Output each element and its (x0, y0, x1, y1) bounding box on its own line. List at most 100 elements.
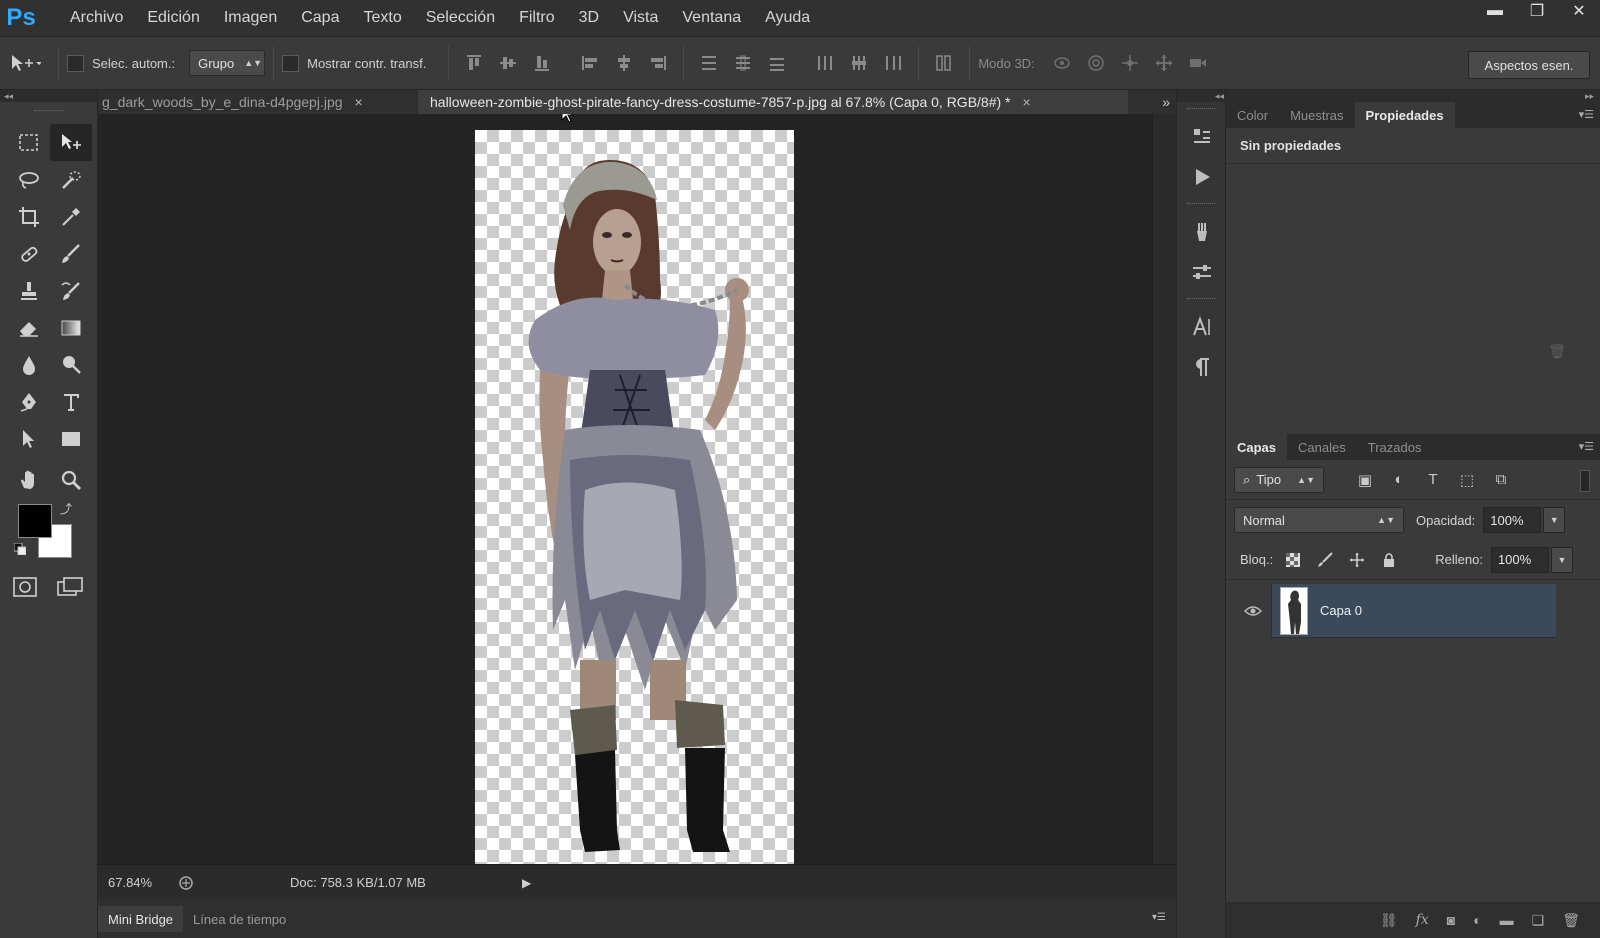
lock-all-icon[interactable] (1377, 548, 1401, 572)
close-button[interactable]: ✕ (1558, 0, 1600, 22)
tab-dark-woods[interactable]: g_dark_woods_by_e_dina-d4pgepj.jpg × (98, 90, 418, 114)
character-panel-icon[interactable] (1177, 307, 1227, 347)
zoom-level[interactable]: 67.84% (98, 875, 168, 890)
menu-3d[interactable]: 3D (567, 0, 611, 36)
gradient-tool-icon[interactable] (50, 309, 92, 346)
delete-layer-icon[interactable]: 🗑 (1562, 912, 1580, 929)
menu-ventana[interactable]: Ventana (670, 0, 753, 36)
marquee-tool-icon[interactable] (8, 124, 50, 161)
distribute-top-icon[interactable] (696, 50, 722, 76)
brush-presets-icon[interactable] (1177, 212, 1227, 252)
align-vcenter-icon[interactable] (495, 50, 521, 76)
more-tabs-icon[interactable]: » (1162, 94, 1170, 110)
eye-icon[interactable] (1234, 583, 1272, 638)
tab-properties[interactable]: Propiedades (1354, 102, 1455, 128)
history-brush-tool-icon[interactable] (50, 272, 92, 309)
healing-brush-tool-icon[interactable] (8, 235, 50, 272)
tab-mini-bridge[interactable]: Mini Bridge (98, 906, 184, 932)
add-mask-icon[interactable]: ◙ (1447, 912, 1455, 928)
panel-menu-icon[interactable]: ▾☰ (1579, 440, 1594, 453)
panel-grip[interactable] (1187, 108, 1215, 111)
lock-position-icon[interactable] (1345, 548, 1369, 572)
slide-3d-icon[interactable] (1151, 50, 1177, 76)
lasso-tool-icon[interactable] (8, 161, 50, 198)
tab-swatches[interactable]: Muestras (1279, 102, 1354, 128)
menu-edicion[interactable]: Edición (135, 0, 211, 36)
rectangle-tool-icon[interactable] (50, 420, 92, 457)
collapse-icon[interactable]: ◂◂ (1177, 90, 1225, 102)
default-colors-icon[interactable] (13, 542, 27, 556)
swap-colors-icon[interactable]: ⤴ (60, 500, 72, 517)
collapse-icon[interactable]: ◂◂ (0, 90, 97, 102)
distribute-left-icon[interactable] (812, 50, 838, 76)
panel-grip[interactable] (33, 110, 64, 113)
opacity-input[interactable]: 100% (1483, 507, 1542, 533)
opacity-slider-arrow-icon[interactable]: ▼ (1543, 507, 1566, 533)
menu-ayuda[interactable]: Ayuda (753, 0, 822, 36)
crop-tool-icon[interactable] (8, 198, 50, 235)
eraser-tool-icon[interactable] (8, 309, 50, 346)
foreground-color-swatch[interactable] (18, 504, 52, 538)
fill-input[interactable]: 100% (1490, 546, 1549, 573)
vertical-scrollbar[interactable] (1152, 114, 1176, 864)
type-tool-icon[interactable] (50, 383, 92, 420)
brush-tool-icon[interactable] (50, 235, 92, 272)
screen-mode-icon[interactable] (56, 576, 84, 603)
tab-color[interactable]: Color (1226, 102, 1279, 128)
new-group-icon[interactable]: ▬ (1500, 912, 1514, 928)
status-menu-arrow-icon[interactable]: ▶ (522, 876, 531, 890)
auto-align-icon[interactable] (931, 50, 957, 76)
tab-timeline[interactable]: Línea de tiempo (183, 906, 296, 932)
auto-select-dropdown[interactable]: Grupo ▲▼ (189, 50, 266, 76)
tab-close-icon[interactable]: × (355, 94, 363, 110)
paragraph-panel-icon[interactable] (1177, 347, 1227, 387)
roll-3d-icon[interactable] (1083, 50, 1109, 76)
menu-imagen[interactable]: Imagen (212, 0, 289, 36)
tab-paths[interactable]: Trazados (1357, 434, 1433, 460)
layer-row[interactable]: Capa 0 (1234, 583, 1556, 638)
menu-vista[interactable]: Vista (611, 0, 670, 36)
new-layer-icon[interactable]: ❏ (1532, 912, 1545, 929)
layer-filter-dropdown[interactable]: ⌕ Tipo ▲▼ (1234, 466, 1324, 493)
menu-filtro[interactable]: Filtro (507, 0, 567, 36)
zoom-tool-icon[interactable] (50, 461, 92, 498)
auto-select-checkbox[interactable] (67, 54, 84, 72)
align-left-icon[interactable] (577, 50, 603, 76)
actions-panel-icon[interactable] (1177, 157, 1227, 197)
link-layers-icon[interactable]: ⛓ (1380, 912, 1398, 929)
panel-grip[interactable] (1187, 203, 1215, 206)
quick-selection-tool-icon[interactable] (50, 161, 92, 198)
blend-mode-dropdown[interactable]: Normal ▲▼ (1234, 507, 1404, 533)
history-panel-icon[interactable] (1177, 117, 1227, 157)
menu-capa[interactable]: Capa (289, 0, 351, 36)
hand-tool-icon[interactable] (8, 461, 50, 498)
pan-3d-icon[interactable] (1117, 50, 1143, 76)
distribute-hcenter-icon[interactable] (846, 50, 872, 76)
show-transform-checkbox[interactable] (282, 54, 300, 72)
move-tool-icon[interactable] (50, 124, 92, 161)
fx-icon[interactable]: fx (1416, 912, 1429, 928)
filter-toggle-switch[interactable] (1580, 470, 1590, 492)
distribute-bottom-icon[interactable] (764, 50, 790, 76)
distribute-right-icon[interactable] (880, 50, 906, 76)
tool-preset-picker[interactable] (0, 36, 50, 90)
canvas-area[interactable] (98, 114, 1176, 864)
scale-3d-icon[interactable] (1185, 50, 1211, 76)
panel-menu-icon[interactable]: ▾☰ (1152, 912, 1166, 923)
pixel-layer-filter-icon[interactable]: ▣ (1354, 469, 1376, 491)
panel-menu-icon[interactable]: ▾☰ (1579, 108, 1594, 121)
lock-transparent-icon[interactable] (1281, 548, 1305, 572)
eyedropper-tool-icon[interactable] (50, 198, 92, 235)
collapse-icon[interactable]: ▸▸ (1226, 90, 1600, 102)
align-hcenter-icon[interactable] (611, 50, 637, 76)
clone-stamp-tool-icon[interactable] (8, 272, 50, 309)
trash-icon[interactable]: 🗑 (1548, 343, 1566, 360)
adjustment-layer-filter-icon[interactable]: ◐ (1388, 469, 1410, 491)
menu-seleccion[interactable]: Selección (414, 0, 507, 36)
type-layer-filter-icon[interactable]: T (1422, 469, 1444, 491)
smart-object-filter-icon[interactable]: ⧉ (1490, 469, 1512, 491)
restore-button[interactable]: ❐ (1516, 0, 1558, 22)
tab-channels[interactable]: Canales (1287, 434, 1357, 460)
align-bottom-icon[interactable] (529, 50, 555, 76)
menu-texto[interactable]: Texto (351, 0, 413, 36)
